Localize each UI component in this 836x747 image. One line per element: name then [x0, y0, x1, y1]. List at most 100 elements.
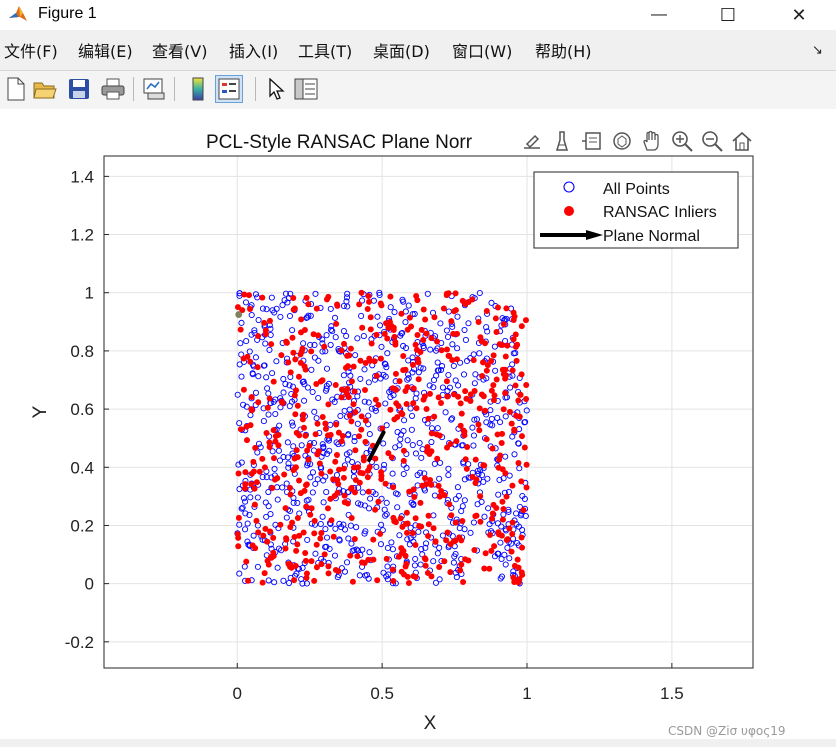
all-point-marker: [274, 484, 281, 491]
inlier-marker: [370, 556, 377, 563]
inlier-marker: [494, 431, 501, 438]
inlier-marker: [387, 406, 394, 413]
inlier-marker: [360, 457, 367, 464]
all-point-marker: [280, 375, 287, 383]
inlier-marker: [281, 471, 288, 478]
all-point-marker: [404, 437, 411, 444]
home-icon[interactable]: [728, 128, 755, 154]
inlier-marker: [523, 382, 530, 389]
inlier-marker: [472, 456, 479, 463]
inlier-marker: [335, 568, 342, 575]
all-point-marker: [260, 418, 267, 425]
all-point-marker: [370, 297, 377, 304]
inlier-marker: [459, 297, 466, 304]
all-point-marker: [307, 474, 314, 481]
all-point-marker: [366, 431, 373, 438]
all-point-marker: [388, 539, 395, 546]
all-point-marker: [340, 372, 347, 379]
all-point-marker: [522, 512, 529, 520]
inlier-marker: [308, 505, 315, 512]
inlier-marker: [302, 549, 309, 556]
inlier-marker: [418, 326, 425, 333]
inlier-marker: [270, 378, 277, 385]
inlier-marker: [372, 455, 379, 462]
inlier-marker: [240, 386, 247, 393]
all-point-marker: [387, 304, 394, 311]
y-tick-label: 0.2: [70, 516, 94, 535]
all-point-marker: [384, 544, 391, 552]
rotate-3d-icon[interactable]: [608, 128, 635, 154]
all-point-marker: [461, 326, 468, 334]
inlier-marker: [252, 545, 259, 552]
zoom-out-icon[interactable]: [698, 128, 725, 154]
legend[interactable]: All Points RANSAC Inliers Plane Normal: [533, 171, 739, 249]
inlier-marker: [500, 371, 507, 378]
inlier-marker: [404, 573, 411, 580]
inlier-marker: [317, 535, 324, 542]
all-point-marker: [241, 563, 248, 570]
inlier-marker: [247, 306, 254, 313]
inlier-marker: [294, 402, 301, 409]
inlier-marker: [294, 515, 301, 522]
all-point-marker: [444, 333, 452, 340]
x-tick-label: 0.5: [370, 684, 394, 703]
inlier-marker: [400, 457, 407, 464]
pan-hand-icon[interactable]: [638, 128, 665, 154]
scatter-plot: 0 0.5 1 1.5 -0.2 0 0.2 0.4 0.6 0.8 1 1.2 1.4 PCL-Sty…: [30, 132, 754, 734]
all-point-marker: [495, 491, 502, 498]
zoom-in-icon[interactable]: [668, 128, 695, 154]
all-point-marker: [439, 384, 446, 391]
inlier-marker: [512, 382, 519, 389]
all-point-marker: [237, 340, 244, 347]
inlier-marker: [455, 393, 462, 400]
all-point-marker: [252, 354, 259, 361]
inlier-marker: [315, 448, 322, 455]
inlier-marker: [404, 529, 411, 536]
inlier-marker: [402, 563, 409, 570]
all-point-marker: [454, 313, 461, 320]
all-point-marker: [332, 525, 339, 532]
all-point-marker: [492, 367, 499, 374]
inlier-marker: [357, 357, 364, 364]
inlier-marker: [327, 495, 334, 502]
inlier-marker: [352, 409, 359, 416]
inlier-marker: [269, 485, 276, 492]
inlier-marker: [494, 304, 501, 311]
inlier-marker: [476, 427, 483, 434]
inlier-marker: [436, 493, 443, 500]
all-point-marker: [392, 490, 400, 497]
inlier-marker: [318, 561, 325, 568]
inlier-marker: [390, 484, 397, 491]
inlier-marker: [467, 397, 474, 404]
window-bottom-border: [0, 739, 836, 747]
inlier-marker: [340, 465, 347, 472]
all-point-marker: [406, 541, 413, 548]
all-point-marker: [443, 327, 450, 334]
all-point-marker: [450, 362, 457, 369]
inlier-marker: [366, 464, 373, 471]
all-point-marker: [320, 499, 327, 506]
inlier-marker: [308, 558, 315, 565]
inlier-marker: [303, 574, 310, 581]
all-point-marker: [311, 408, 318, 415]
inlier-marker: [283, 536, 290, 543]
data-tips-icon[interactable]: [578, 128, 605, 154]
inlier-marker: [237, 326, 244, 333]
inlier-marker: [479, 373, 486, 380]
all-point-marker: [279, 484, 286, 491]
all-point-marker: [455, 382, 462, 389]
inlier-marker: [302, 557, 309, 564]
brush-icon[interactable]: [548, 128, 575, 154]
export-icon[interactable]: [518, 128, 545, 154]
all-point-marker: [480, 478, 487, 485]
inlier-marker: [500, 505, 507, 512]
all-point-marker: [272, 521, 279, 528]
all-point-marker: [434, 550, 441, 557]
inlier-marker: [375, 401, 382, 408]
inlier-marker: [509, 482, 516, 489]
inlier-marker: [289, 334, 296, 341]
inlier-marker: [292, 411, 299, 418]
inlier-marker: [447, 440, 454, 447]
inlier-marker: [382, 480, 389, 487]
x-tick-label: 1: [522, 684, 531, 703]
